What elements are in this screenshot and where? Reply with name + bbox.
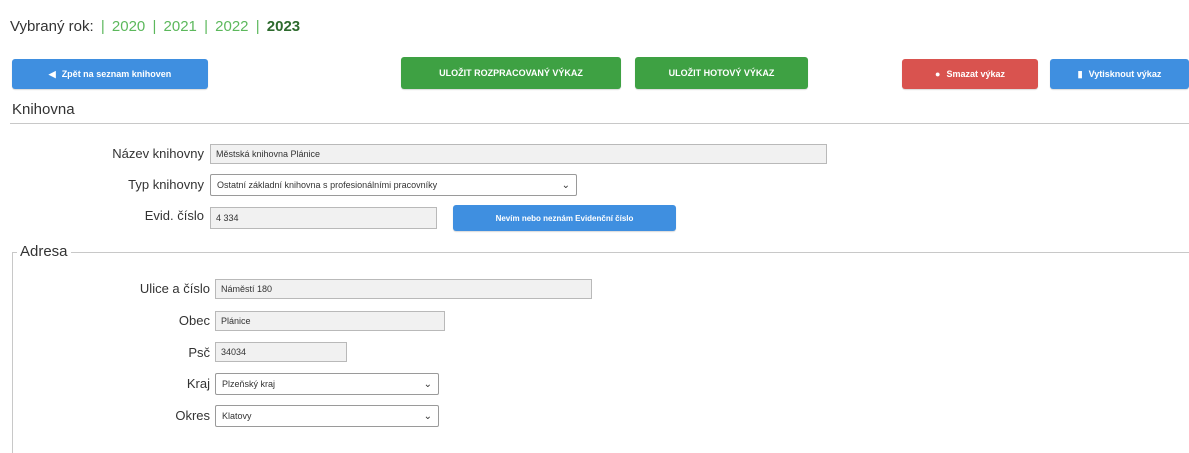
section-title-adresa: Adresa [17,243,71,260]
region-select[interactable]: Plzeňský kraj ⌄ [215,373,439,395]
exclamation-circle-icon: ● [935,69,941,79]
back-to-list-button[interactable]: ◀ Zpět na seznam knihoven [12,59,208,89]
evid-number-value: 4 334 [216,213,239,223]
library-type-select[interactable]: Ostatní základní knihovna s profesionáln… [210,174,577,196]
unknown-evid-label: Nevím nebo neznám Evidenční číslo [495,213,634,223]
region-value: Plzeňský kraj [222,379,276,389]
psc-input[interactable]: 34034 [215,342,347,362]
psc-value: 34034 [221,347,247,357]
delete-report-label: Smazat výkaz [946,69,1005,79]
print-report-button[interactable]: ▮ Vytisknout výkaz [1050,59,1189,89]
save-final-label: ULOŽIT HOTOVÝ VÝKAZ [668,68,775,78]
year-link-2022[interactable]: 2022 [215,18,248,35]
library-name-label: Název knihovny [112,146,204,161]
section-title-knihovna: Knihovna [12,101,75,118]
chevron-down-icon: ⌄ [423,410,432,422]
psc-label: Psč [188,345,210,360]
city-value: Plánice [221,316,251,326]
arrow-left-circle-icon: ◀ [48,68,56,79]
delete-report-button[interactable]: ● Smazat výkaz [902,59,1038,89]
save-draft-button[interactable]: ULOŽIT ROZPRACOVANÝ VÝKAZ [401,57,621,89]
street-label: Ulice a číslo [139,281,210,296]
year-link-2023[interactable]: 2023 [267,18,300,35]
district-value: Klatovy [222,411,252,421]
evid-number-input[interactable]: 4 334 [210,207,437,229]
year-selector: Vybraný rok: | 2020 | 2021 | 2022 | 2023 [10,18,301,35]
year-link-2021[interactable]: 2021 [164,18,197,35]
library-name-value: Městská knihovna Plánice [216,149,321,159]
street-value: Náměstí 180 [221,284,273,294]
back-to-list-label: Zpět na seznam knihoven [61,69,172,79]
chevron-down-icon: ⌄ [423,378,432,390]
evid-number-label: Evid. číslo [144,208,204,223]
street-input[interactable]: Náměstí 180 [215,279,592,299]
region-label: Kraj [186,376,210,391]
district-select[interactable]: Klatovy ⌄ [215,405,439,427]
year-selector-label: Vybraný rok: [10,18,94,35]
library-type-value: Ostatní základní knihovna s profesionáln… [217,180,438,190]
unknown-evid-button[interactable]: Nevím nebo neznám Evidenční číslo [453,205,676,231]
library-name-input[interactable]: Městská knihovna Plánice [210,144,827,164]
section-divider [10,123,1189,124]
document-icon: ▮ [1077,68,1083,79]
year-link-2020[interactable]: 2020 [112,18,145,35]
district-label: Okres [175,408,210,423]
save-final-button[interactable]: ULOŽIT HOTOVÝ VÝKAZ [635,57,808,89]
city-label: Obec [178,313,210,328]
chevron-down-icon: ⌄ [561,179,570,191]
print-report-label: Vytisknout výkaz [1088,69,1162,79]
city-input[interactable]: Plánice [215,311,445,331]
library-type-label: Typ knihovny [128,177,204,192]
save-draft-label: ULOŽIT ROZPRACOVANÝ VÝKAZ [439,68,583,78]
